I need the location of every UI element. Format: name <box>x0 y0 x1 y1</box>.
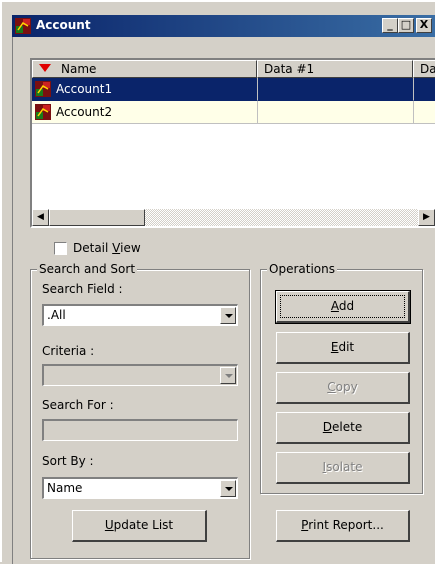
search-for-field[interactable] <box>42 419 238 441</box>
account-icon <box>15 18 31 34</box>
search-field-value: .All <box>47 308 66 322</box>
cell-data2 <box>413 101 435 124</box>
account-list[interactable]: Name Data #1 Da Account1 Account2 ◀ ▶ <box>30 58 435 228</box>
column-header-data1[interactable]: Data #1 <box>257 60 413 78</box>
cell-data1 <box>257 101 413 124</box>
account-icon <box>35 81 51 97</box>
cell-data1 <box>257 78 413 101</box>
list-row-account2[interactable]: Account2 <box>32 101 435 124</box>
search-field-combo[interactable]: .All <box>42 304 238 326</box>
account-window: Account _ □ X Name Data #1 Da Account1 A… <box>0 0 435 564</box>
window-title: Account <box>36 18 91 32</box>
chevron-down-icon <box>225 487 233 491</box>
scroll-thumb[interactable] <box>49 209 145 226</box>
focus-rect <box>280 295 405 318</box>
chevron-down-icon <box>225 374 233 378</box>
isolate-button[interactable]: Isolate <box>276 452 410 484</box>
minimize-button[interactable]: _ <box>382 18 398 33</box>
column-name-label: Name <box>61 62 97 76</box>
print-report-button[interactable]: Print Report... <box>276 510 410 542</box>
sort-by-value: Name <box>47 481 83 495</box>
copy-button[interactable]: Copy <box>276 372 410 404</box>
update-list-button[interactable]: Update List <box>72 510 207 542</box>
edit-button[interactable]: Edit <box>276 332 410 364</box>
maximize-button[interactable]: □ <box>398 18 414 33</box>
sort-by-combo[interactable]: Name <box>42 477 238 499</box>
search-and-sort-title: Search and Sort <box>37 262 138 276</box>
cell-data2 <box>413 78 435 101</box>
horizontal-scrollbar[interactable]: ◀ ▶ <box>32 209 435 226</box>
sort-by-dropdown-button[interactable] <box>220 480 236 497</box>
column-data2-label: Da <box>420 62 435 76</box>
scroll-right-button[interactable]: ▶ <box>418 209 435 226</box>
search-field-dropdown-button[interactable] <box>220 307 236 324</box>
search-field-label: Search Field : <box>42 282 123 296</box>
row-name-text: Account1 <box>56 82 113 96</box>
row-name-text: Account2 <box>56 105 113 119</box>
chevron-down-icon <box>225 314 233 318</box>
criteria-combo[interactable] <box>42 364 238 386</box>
detail-view-label[interactable]: Detail View <box>73 241 141 255</box>
criteria-label: Criteria : <box>42 344 95 358</box>
column-header-data2[interactable]: Da <box>413 60 435 78</box>
close-button[interactable]: X <box>416 18 432 33</box>
add-button[interactable]: Add <box>275 290 411 324</box>
detail-view-checkbox[interactable] <box>54 242 67 255</box>
delete-button[interactable]: Delete <box>276 412 410 444</box>
scroll-left-button[interactable]: ◀ <box>32 209 49 226</box>
list-row-account1[interactable]: Account1 <box>32 78 435 101</box>
operations-title: Operations <box>267 262 337 276</box>
criteria-dropdown-button[interactable] <box>220 367 236 384</box>
cell-name: Account1 <box>32 78 257 101</box>
cell-name: Account2 <box>32 101 257 124</box>
title-bar[interactable]: Account _ □ X <box>12 15 435 37</box>
sort-desc-arrow-icon <box>39 64 51 72</box>
account-icon <box>35 104 51 120</box>
column-data1-label: Data #1 <box>264 62 315 76</box>
search-for-label: Search For : <box>42 398 114 412</box>
column-header-name[interactable]: Name <box>32 60 257 78</box>
list-header: Name Data #1 Da <box>32 60 435 78</box>
sort-by-label: Sort By : <box>42 454 94 468</box>
